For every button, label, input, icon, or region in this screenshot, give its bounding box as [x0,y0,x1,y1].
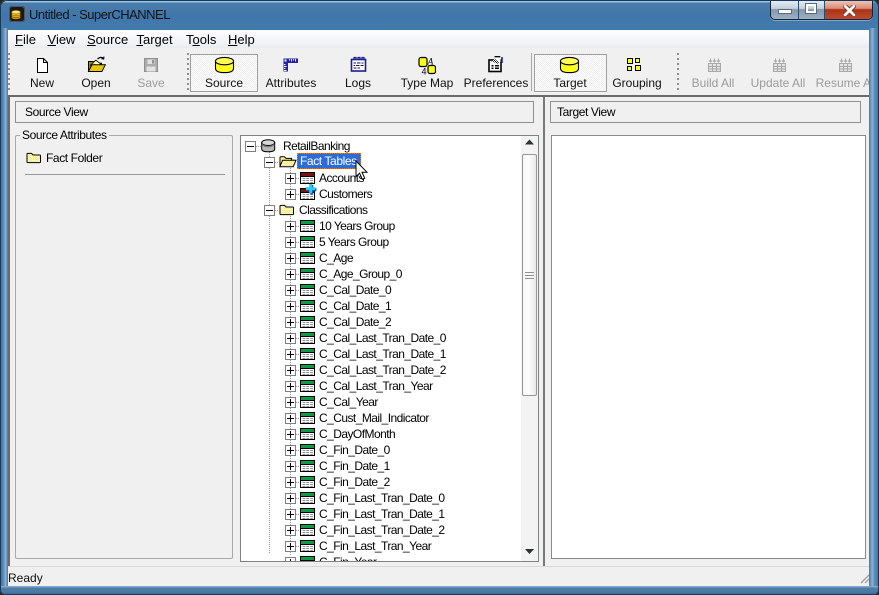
svg-text:4: 4 [421,67,426,76]
